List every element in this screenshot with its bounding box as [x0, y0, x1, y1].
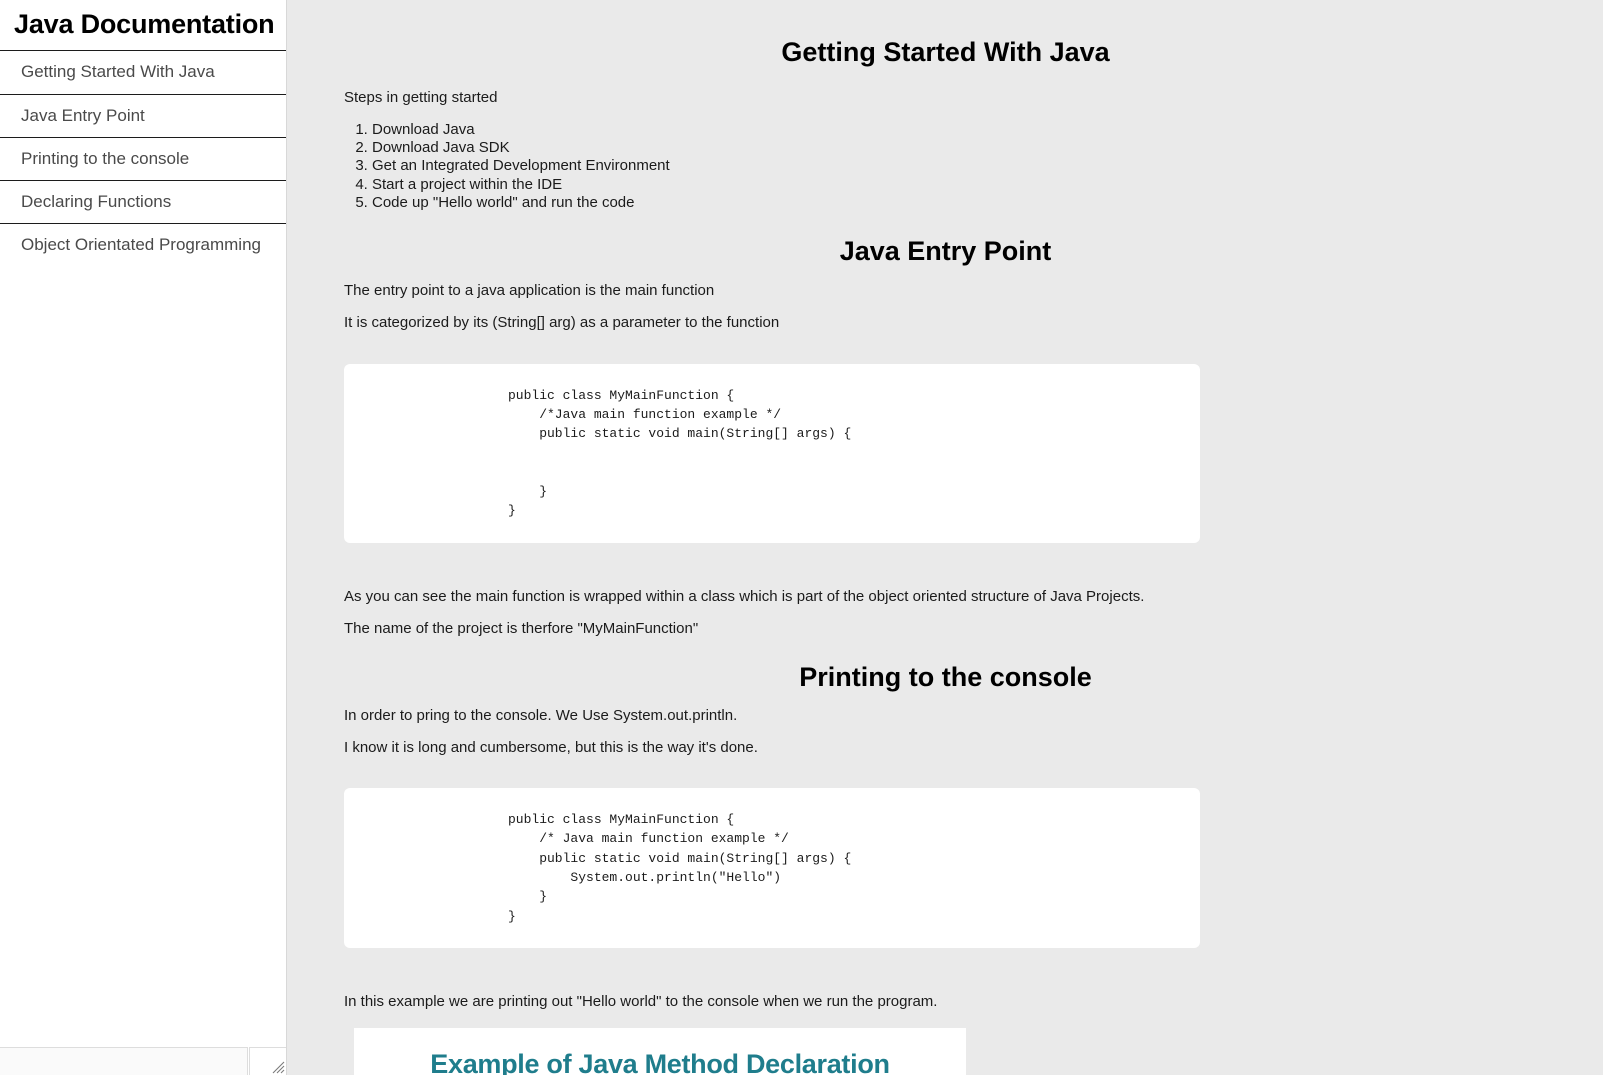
resize-grip-icon[interactable] — [249, 1047, 286, 1075]
section-getting-started: Getting Started With Java Steps in getti… — [288, 0, 1603, 213]
sidebar-nav-list: Getting Started With Java Java Entry Poi… — [0, 50, 286, 266]
sidebar-item-declaring-functions[interactable]: Declaring Functions — [0, 180, 286, 223]
figure-card-java-method-declaration: Example of Java Method Declaration — [354, 1028, 966, 1075]
sidebar-item-printing-to-the-console[interactable]: Printing to the console — [0, 136, 286, 180]
section-title-getting-started: Getting Started With Java — [781, 37, 1110, 67]
getting-started-steps-list: Download Java Download Java SDK Get an I… — [288, 121, 1603, 213]
sidebar-link-object-orientated-programming[interactable]: Object Orientated Programming — [0, 224, 286, 266]
code-block-entry-point: public class MyMainFunction { /*Java mai… — [508, 387, 852, 519]
section-title-java-entry-point: Java Entry Point — [839, 235, 1052, 266]
section-printing-to-the-console: Printing to the console In order to prin… — [288, 639, 1603, 1075]
sidebar-title: Java Documentation — [14, 9, 275, 39]
section-java-entry-point: Java Entry Point The entry point to a ja… — [288, 213, 1603, 639]
printing-paragraph-2: I know it is long and cumbersome, but th… — [344, 738, 758, 756]
sidebar-link-getting-started-with-java[interactable]: Getting Started With Java — [0, 51, 286, 93]
list-item: Download Java — [372, 121, 1603, 139]
sidebar-navbar: Java Documentation Getting Started With … — [0, 0, 287, 1075]
list-item: Get an Integrated Development Environmen… — [372, 157, 1603, 175]
sidebar-link-declaring-functions[interactable]: Declaring Functions — [0, 181, 286, 223]
sidebar-link-java-entry-point[interactable]: Java Entry Point — [0, 95, 286, 137]
main-documentation: Getting Started With Java Steps in getti… — [288, 0, 1603, 1075]
entry-point-paragraph-4: The name of the project is therfore "MyM… — [344, 619, 699, 637]
entry-point-paragraph-2: It is categorized by its (String[] arg) … — [344, 314, 780, 332]
sidebar-item-java-entry-point[interactable]: Java Entry Point — [0, 93, 286, 137]
sidebar-item-getting-started-with-java[interactable]: Getting Started With Java — [0, 50, 286, 93]
sidebar-item-object-orientated-programming[interactable]: Object Orientated Programming — [0, 223, 286, 266]
getting-started-intro-text: Steps in getting started — [344, 89, 498, 107]
code-card-entry-point: public class MyMainFunction { /*Java mai… — [344, 363, 1200, 543]
code-block-printing: public class MyMainFunction { /* Java ma… — [508, 812, 852, 924]
list-item: Download Java SDK — [372, 139, 1603, 157]
section-title-printing-to-the-console: Printing to the console — [799, 662, 1092, 693]
entry-point-paragraph-1: The entry point to a java application is… — [344, 282, 715, 300]
printing-paragraph-1: In order to pring to the console. We Use… — [344, 706, 738, 724]
list-item: Start a project within the IDE — [372, 176, 1603, 194]
sidebar-resize-filler — [0, 1047, 248, 1075]
sidebar-link-printing-to-the-console[interactable]: Printing to the console — [0, 138, 286, 180]
sidebar-resize-strip — [0, 1039, 286, 1075]
list-item: Code up "Hello world" and run the code — [372, 194, 1603, 212]
figure-title-java-method-declaration: Example of Java Method Declaration — [430, 1049, 890, 1075]
code-card-printing: public class MyMainFunction { /* Java ma… — [344, 788, 1200, 948]
documentation-page: Java Documentation Getting Started With … — [0, 0, 1603, 1075]
entry-point-paragraph-3: As you can see the main function is wrap… — [344, 587, 1145, 605]
printing-paragraph-3: In this example we are printing out "Hel… — [344, 992, 938, 1010]
